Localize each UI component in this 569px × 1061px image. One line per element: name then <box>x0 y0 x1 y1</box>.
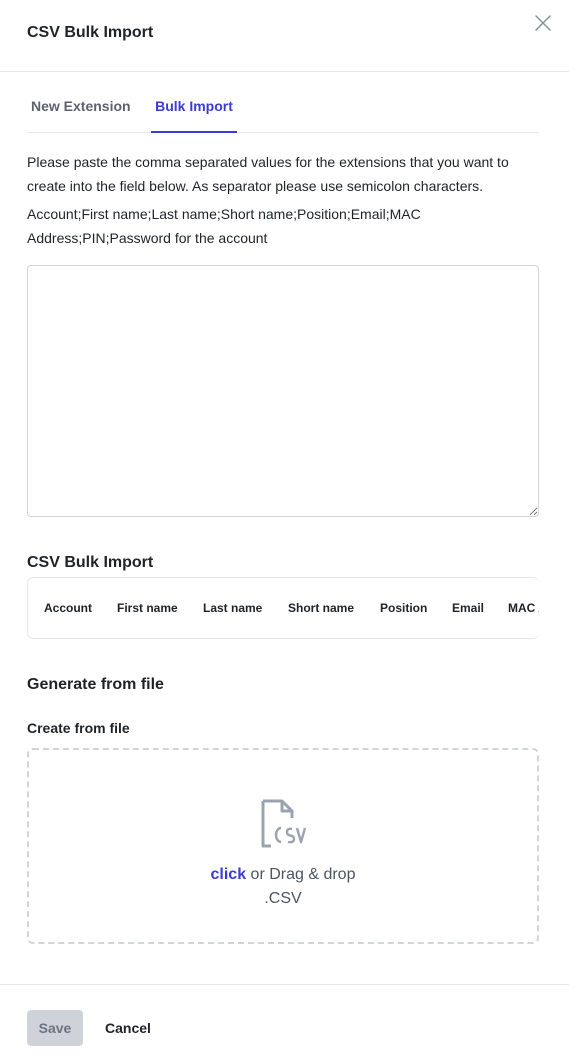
column-header-mac-address: MAC Address <box>508 601 539 615</box>
dropzone-instruction: click or Drag & drop <box>29 866 537 884</box>
csv-fields-format: Account;First name;Last name;Short name;… <box>27 206 421 246</box>
column-header-short-name: Short name <box>288 601 355 615</box>
dialog-footer: Save Cancel <box>0 984 569 1061</box>
column-header-email: Email <box>452 601 485 615</box>
cancel-button[interactable]: Cancel <box>96 1010 160 1046</box>
instructions-text: Please paste the comma separated values … <box>27 154 509 194</box>
csv-file-icon <box>259 798 311 850</box>
save-button[interactable]: Save <box>27 1010 83 1046</box>
csv-input[interactable] <box>27 265 539 517</box>
dialog-header: CSV Bulk Import <box>0 0 569 72</box>
column-header-last-name: Last name <box>203 601 263 615</box>
accepted-extension: .CSV <box>264 890 302 907</box>
preview-table: Account First name Last name Short name … <box>27 577 539 639</box>
drag-drop-text: or Drag & drop <box>246 866 356 883</box>
preview-section-title: CSV Bulk Import <box>27 554 154 571</box>
file-dropzone[interactable]: click or Drag & drop .CSV <box>27 748 539 944</box>
create-from-file-label: Create from file <box>27 720 130 736</box>
tab-bar: New Extension Bulk Import <box>27 88 539 133</box>
dialog-title: CSV Bulk Import <box>27 24 154 41</box>
column-header-account: Account <box>44 601 92 615</box>
click-upload-link[interactable]: click <box>211 866 247 883</box>
tab-bulk-import[interactable]: Bulk Import <box>151 88 237 133</box>
tab-new-extension[interactable]: New Extension <box>31 88 141 133</box>
column-header-position: Position <box>380 601 428 615</box>
close-icon[interactable] <box>533 13 553 33</box>
column-header-first-name: First name <box>117 601 178 615</box>
generate-section-title: Generate from file <box>27 676 164 693</box>
